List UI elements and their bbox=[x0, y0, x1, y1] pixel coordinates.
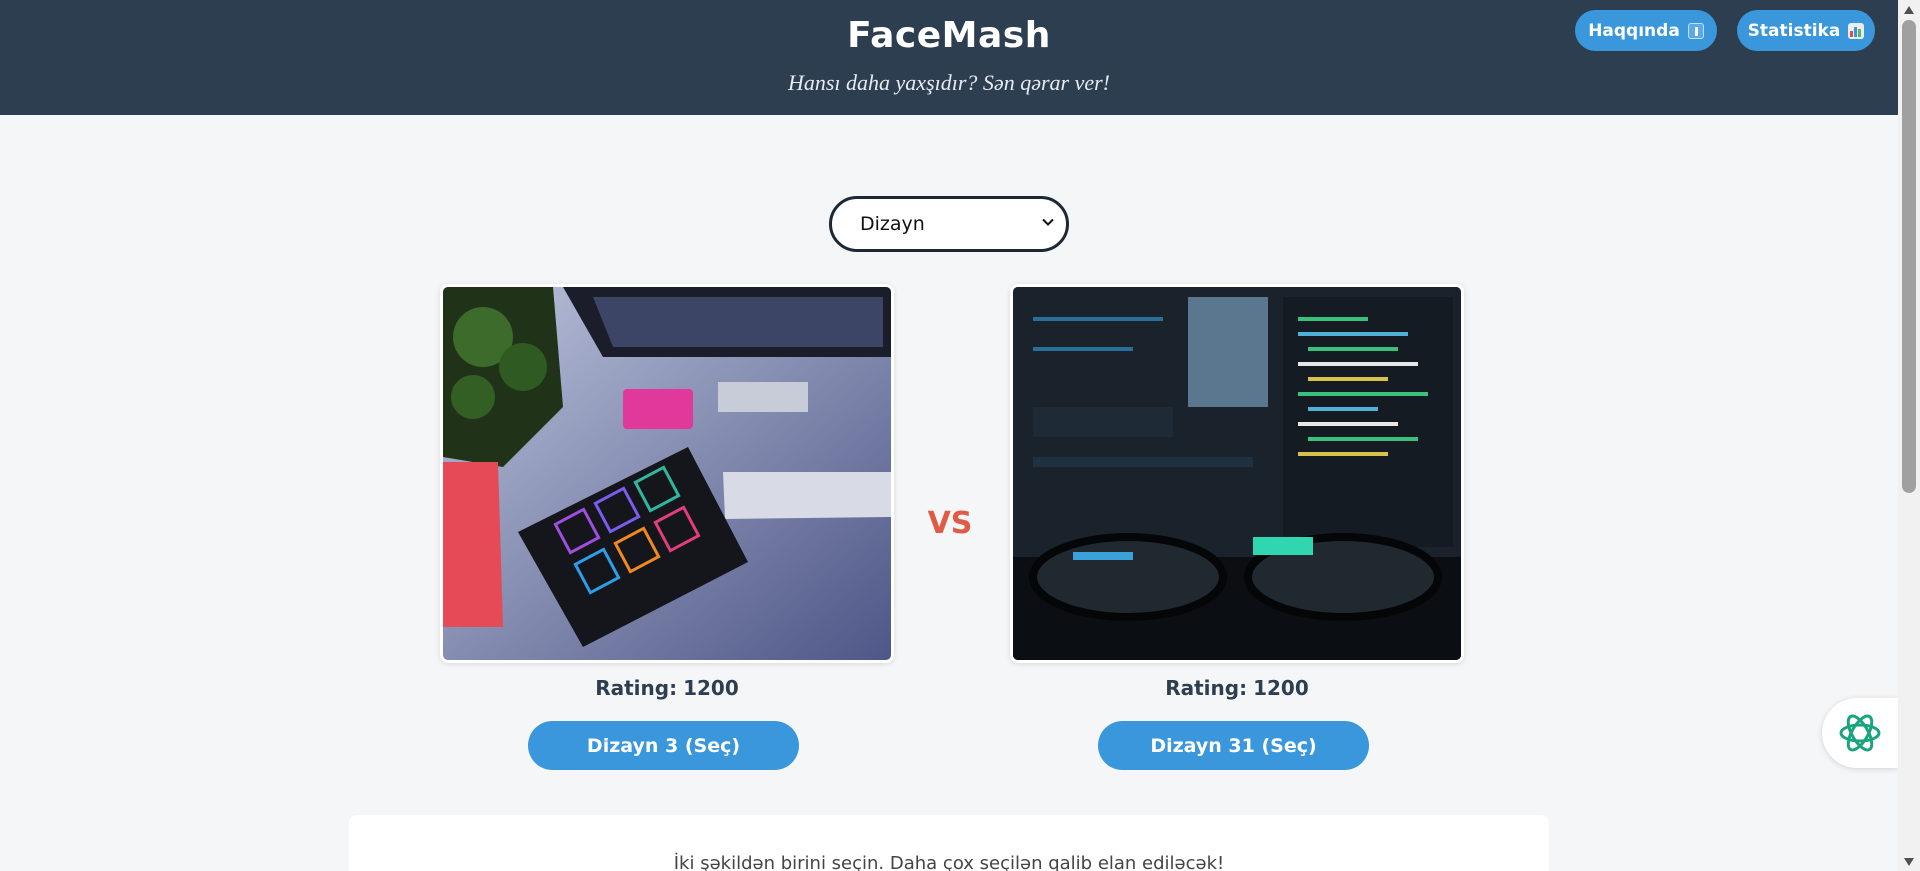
category-select[interactable]: Dizayn bbox=[829, 196, 1069, 252]
about-button-label: Haqqında bbox=[1588, 20, 1680, 41]
left-rating-value: 1200 bbox=[683, 676, 739, 700]
info-icon bbox=[1687, 22, 1704, 39]
chevron-down-icon bbox=[1042, 218, 1054, 226]
bar-chart-icon bbox=[1848, 22, 1865, 39]
assistant-button[interactable] bbox=[1822, 698, 1898, 768]
right-rating-value: 1200 bbox=[1253, 676, 1309, 700]
ai-assistant-icon bbox=[1839, 714, 1881, 752]
vertical-scrollbar[interactable] bbox=[1898, 0, 1920, 871]
statistics-button[interactable]: Statistika bbox=[1737, 10, 1875, 51]
vs-label: VS bbox=[927, 506, 973, 541]
right-image-card[interactable] bbox=[1010, 284, 1464, 663]
scroll-down-icon[interactable] bbox=[1902, 856, 1916, 868]
left-rating: Rating: 1200 bbox=[440, 676, 894, 700]
statistics-button-label: Statistika bbox=[1747, 20, 1841, 41]
left-rating-label: Rating: bbox=[595, 676, 678, 700]
category-select-value: Dizayn bbox=[860, 213, 925, 235]
info-panel: İki şəkildən birini seçin. Daha çox seçi… bbox=[349, 815, 1549, 871]
design-desk-image bbox=[443, 287, 891, 660]
app-subtitle: Hansı daha yaxşıdır? Sən qərar ver! bbox=[787, 70, 1110, 95]
right-rating-label: Rating: bbox=[1165, 676, 1248, 700]
scroll-up-icon[interactable] bbox=[1902, 4, 1916, 16]
info-text: İki şəkildən birini seçin. Daha çox seçi… bbox=[673, 853, 1225, 871]
choose-right-button[interactable]: Dizayn 31 (Seç) bbox=[1098, 721, 1369, 770]
left-image-card[interactable] bbox=[440, 284, 894, 663]
choose-left-button[interactable]: Dizayn 3 (Seç) bbox=[528, 721, 799, 770]
scrollbar-thumb[interactable] bbox=[1902, 20, 1916, 493]
about-button[interactable]: Haqqında bbox=[1575, 10, 1717, 51]
code-screen-image bbox=[1013, 287, 1461, 660]
right-rating: Rating: 1200 bbox=[1010, 676, 1464, 700]
